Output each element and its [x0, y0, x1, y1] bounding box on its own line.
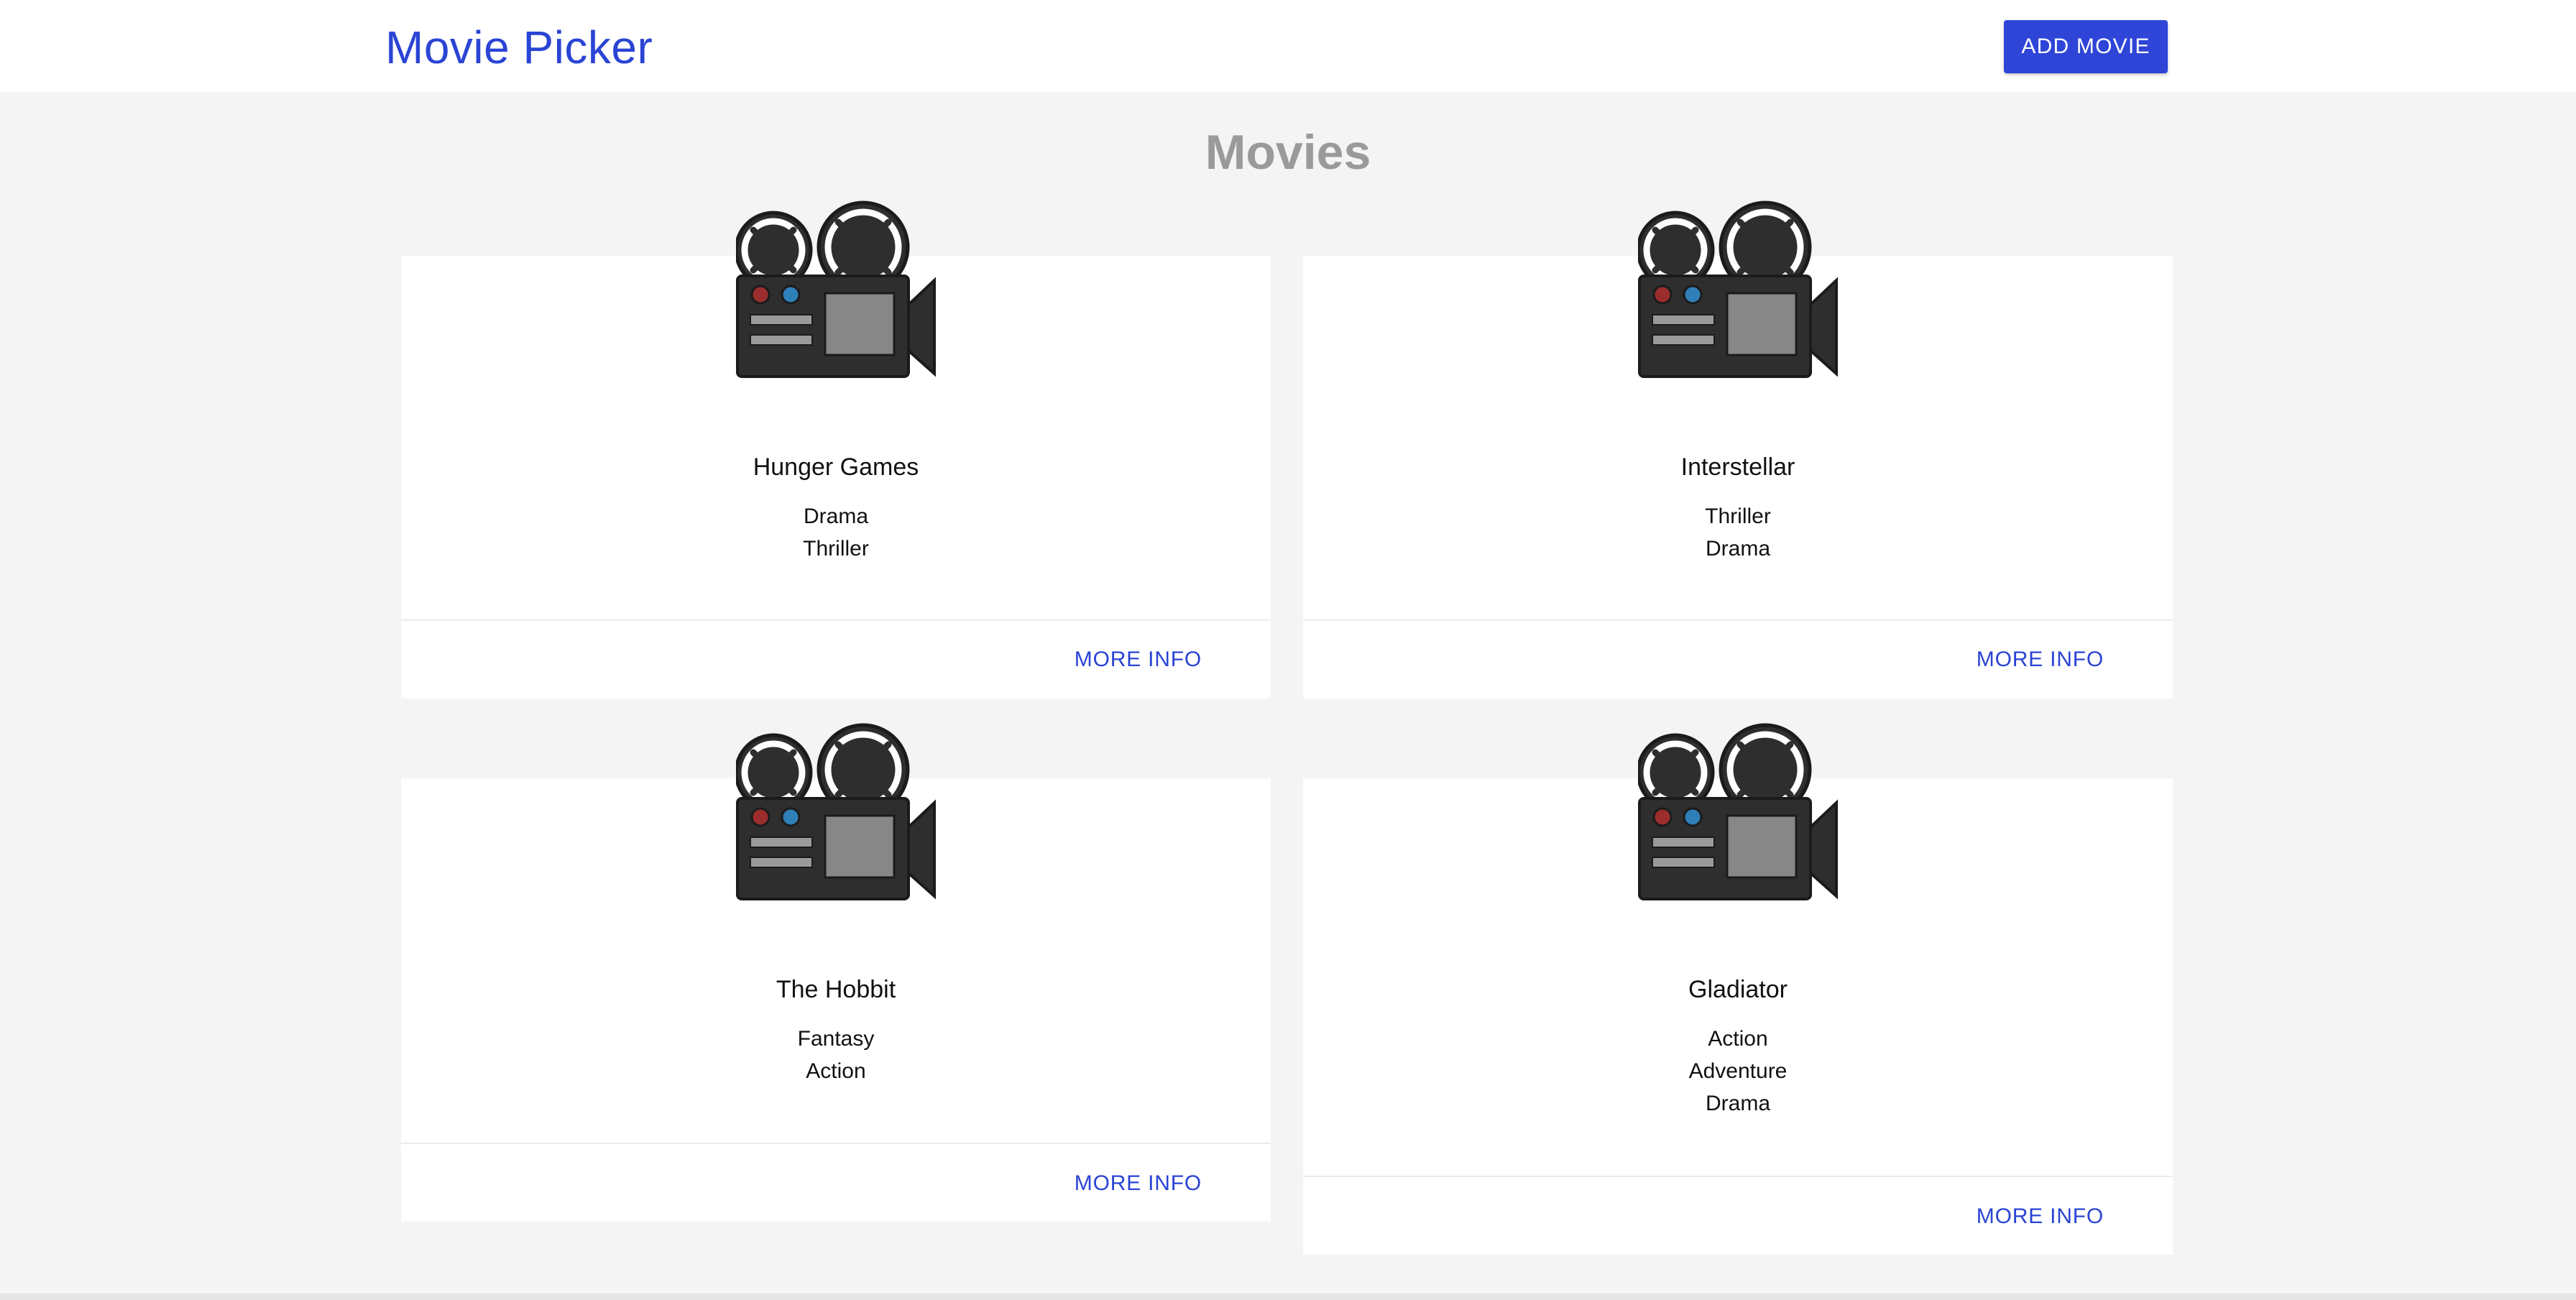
- genre-label: Drama: [1705, 537, 1770, 561]
- movie-card: The Hobbit Fantasy Action MORE INFO: [401, 723, 1271, 1222]
- movie-title: The Hobbit: [776, 976, 896, 1003]
- page-title: Movies: [1205, 125, 1371, 180]
- genre-label: Drama: [803, 504, 868, 528]
- app-bar: Movie Picker ADD MOVIE: [0, 0, 2576, 92]
- card-divider: [1303, 1176, 2173, 1177]
- film-projector-icon: [736, 723, 936, 900]
- card-divider: [401, 1143, 1271, 1144]
- genre-list: Fantasy Action: [401, 1023, 1271, 1087]
- movie-title: Hunger Games: [753, 453, 919, 481]
- genre-label: Action: [1708, 1027, 1768, 1051]
- card-divider: [1303, 619, 2173, 621]
- movie-card: Hunger Games Drama Thriller MORE INFO: [401, 200, 1271, 699]
- film-projector-icon: [736, 200, 936, 378]
- movie-title: Gladiator: [1688, 976, 1788, 1003]
- genre-label: Fantasy: [797, 1027, 875, 1051]
- genre-label: Action: [806, 1059, 866, 1083]
- genre-label: Drama: [1705, 1092, 1770, 1115]
- film-projector-icon: [1638, 723, 1838, 900]
- genre-label: Thriller: [803, 537, 869, 561]
- movie-card: Interstellar Thriller Drama MORE INFO: [1303, 200, 2173, 699]
- movie-title: Interstellar: [1680, 453, 1795, 481]
- genre-list: Thriller Drama: [1303, 500, 2173, 565]
- movie-card: Gladiator Action Adventure Drama MORE IN…: [1303, 723, 2173, 1255]
- genre-list: Drama Thriller: [401, 500, 1271, 565]
- genre-list: Action Adventure Drama: [1303, 1023, 2173, 1120]
- more-info-button[interactable]: MORE INFO: [1977, 1202, 2104, 1231]
- more-info-button[interactable]: MORE INFO: [1075, 1169, 1202, 1198]
- card-divider: [401, 619, 1271, 621]
- genre-label: Adventure: [1688, 1059, 1788, 1083]
- window-bottom-edge: [0, 1294, 2576, 1300]
- genre-label: Thriller: [1705, 504, 1771, 528]
- brand-title[interactable]: Movie Picker: [385, 19, 653, 76]
- more-info-button[interactable]: MORE INFO: [1075, 645, 1202, 674]
- add-movie-button[interactable]: ADD MOVIE: [2004, 20, 2168, 73]
- film-projector-icon: [1638, 200, 1838, 378]
- more-info-button[interactable]: MORE INFO: [1977, 645, 2104, 674]
